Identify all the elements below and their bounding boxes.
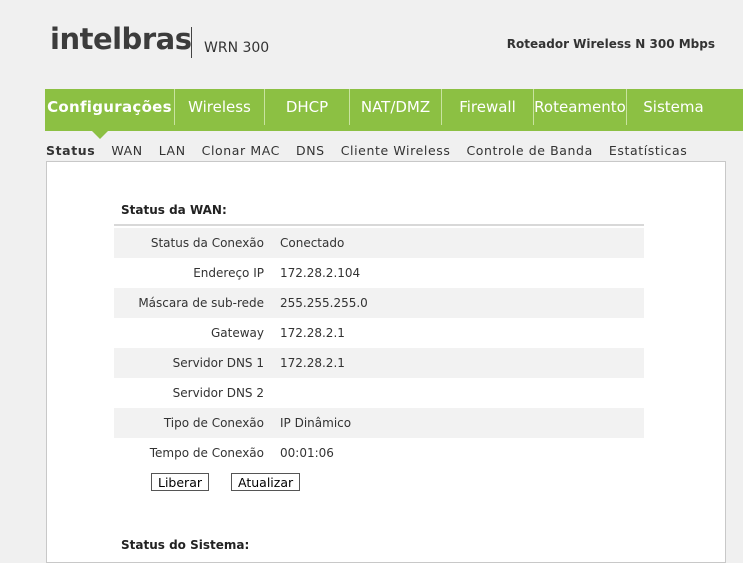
subnav-dns[interactable]: DNS xyxy=(296,143,325,158)
tab-wireless[interactable]: Wireless xyxy=(175,89,265,125)
refresh-button[interactable]: Atualizar xyxy=(231,473,301,491)
row-label: Status da Conexão xyxy=(150,236,264,250)
model-name: WRN 300 xyxy=(204,40,270,56)
row-label: Endereço IP xyxy=(193,266,264,280)
table-row: Status da Conexão Conectado xyxy=(114,228,644,258)
subnav-estatisticas[interactable]: Estatísticas xyxy=(609,143,687,158)
tab-nat-dmz[interactable]: NAT/DMZ xyxy=(350,89,442,125)
row-label: Tipo de Conexão xyxy=(163,416,264,430)
tab-roteamento[interactable]: Roteamento xyxy=(534,89,627,125)
tab-sistema[interactable]: Sistema xyxy=(627,89,720,125)
table-row: Tempo de Conexão 00:01:06 xyxy=(114,438,644,468)
subnav-cliente-wireless[interactable]: Cliente Wireless xyxy=(341,143,451,158)
table-row: Endereço IP 172.28.2.104 xyxy=(114,258,644,288)
header: intelbras WRN 300 Roteador Wireless N 30… xyxy=(0,0,743,88)
subnav-controle-de-banda[interactable]: Controle de Banda xyxy=(466,143,592,158)
row-value: IP Dinâmico xyxy=(280,416,352,430)
tab-firewall[interactable]: Firewall xyxy=(442,89,534,125)
sub-nav: Status WAN LAN Clonar MAC DNS Cliente Wi… xyxy=(46,143,699,158)
row-label: Máscara de sub-rede xyxy=(138,296,264,310)
product-tagline: Roteador Wireless N 300 Mbps xyxy=(506,37,715,51)
row-value: 172.28.2.104 xyxy=(280,266,361,280)
row-value: 00:01:06 xyxy=(280,446,334,460)
row-label: Gateway xyxy=(210,326,264,340)
subnav-status[interactable]: Status xyxy=(46,143,95,158)
row-value: 172.28.2.1 xyxy=(280,326,345,340)
main-nav: Configurações Wireless DHCP NAT/DMZ Fire… xyxy=(45,89,743,131)
table-row: Gateway 172.28.2.1 xyxy=(114,318,644,348)
content-panel: Status da WAN: Status da Conexão Conecta… xyxy=(46,161,726,563)
brand-logo: intelbras xyxy=(50,22,192,56)
row-label: Servidor DNS 1 xyxy=(172,356,264,370)
active-tab-pointer xyxy=(92,131,108,139)
row-value: 255.255.255.0 xyxy=(280,296,368,310)
table-row: Servidor DNS 1 172.28.2.1 xyxy=(114,348,644,378)
row-label: Tempo de Conexão xyxy=(149,446,264,460)
wan-status-title: Status da WAN: xyxy=(121,203,227,217)
logo-divider xyxy=(191,27,192,58)
tab-dhcp[interactable]: DHCP xyxy=(265,89,350,125)
row-value: 172.28.2.1 xyxy=(280,356,345,370)
table-row: Servidor DNS 2 xyxy=(114,378,644,408)
subnav-lan[interactable]: LAN xyxy=(159,143,186,158)
row-value: Conectado xyxy=(280,236,345,250)
table-row: Tipo de Conexão IP Dinâmico xyxy=(114,408,644,438)
tab-configuracoes[interactable]: Configurações xyxy=(45,89,175,125)
section-divider xyxy=(114,224,644,226)
subnav-clonar-mac[interactable]: Clonar MAC xyxy=(202,143,280,158)
system-status-title: Status do Sistema: xyxy=(121,538,250,552)
table-row: Máscara de sub-rede 255.255.255.0 xyxy=(114,288,644,318)
subnav-wan[interactable]: WAN xyxy=(111,143,142,158)
row-label: Servidor DNS 2 xyxy=(172,386,264,400)
release-button[interactable]: Liberar xyxy=(151,473,210,491)
